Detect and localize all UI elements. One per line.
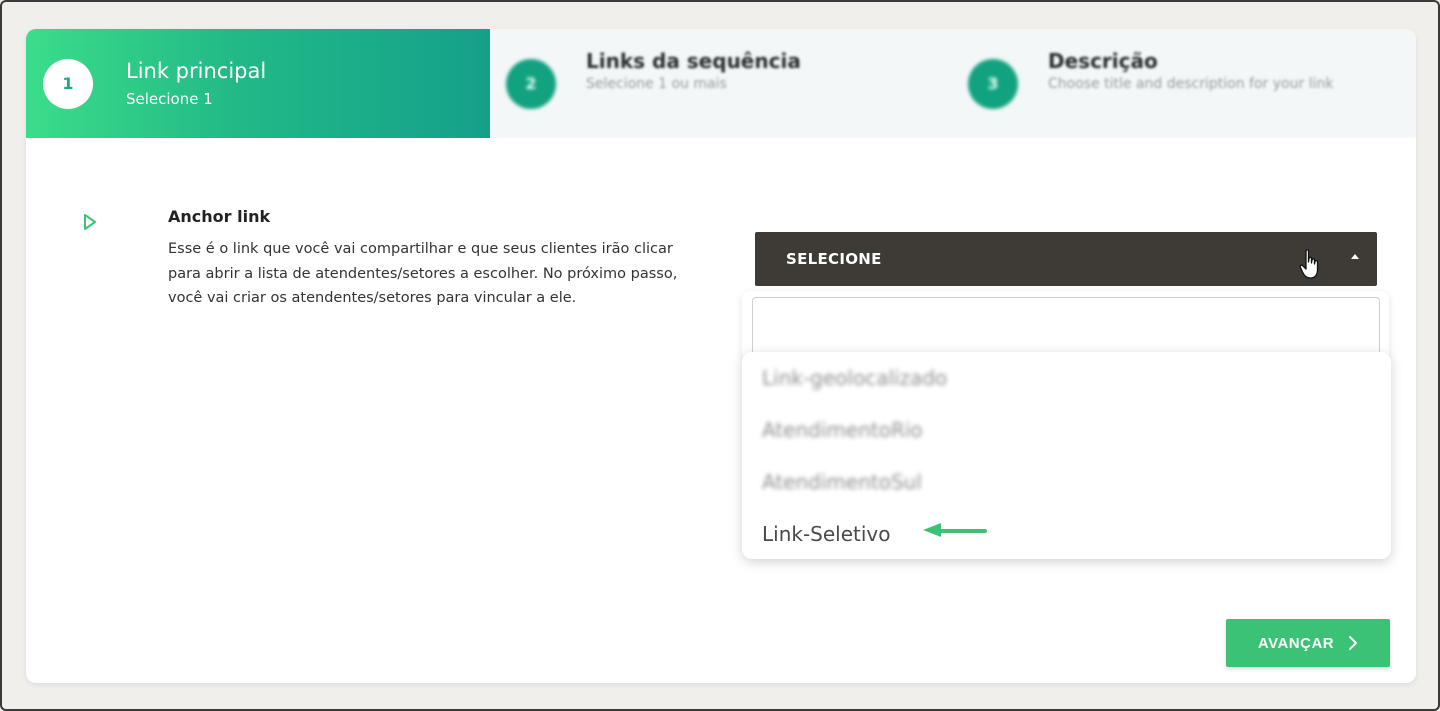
select-search-input[interactable]	[752, 297, 1380, 357]
step-1[interactable]: 1 Link principal Selecione 1	[26, 29, 490, 138]
step-number: 2	[506, 58, 556, 109]
anchor-link-title: Anchor link	[168, 207, 271, 226]
step-subtitle: Selecione 1	[126, 89, 213, 108]
step-3[interactable]: 3 Descrição Choose title and description…	[968, 29, 1333, 138]
step-title: Links da sequência	[586, 48, 801, 73]
green-arrow-icon	[923, 523, 987, 537]
select-label: SELECIONE	[786, 250, 882, 268]
hand-pointer-icon	[1299, 249, 1319, 279]
option-item[interactable]: AtendimentoSul	[762, 470, 922, 494]
next-button-label: AVANÇAR	[1257, 634, 1335, 652]
step-text: Descrição Choose title and description f…	[1048, 48, 1333, 94]
link-select[interactable]: SELECIONE	[755, 232, 1377, 286]
window-frame: 1 Link principal Selecione 1 2 Links da …	[0, 0, 1440, 711]
step-subtitle: Choose title and description for your li…	[1048, 75, 1334, 92]
step-subtitle: Selecione 1 ou mais	[586, 75, 727, 92]
step-title: Descrição	[1048, 48, 1158, 73]
step-text: Link principal Selecione 1	[126, 57, 266, 111]
select-options-list: Link-geolocalizado AtendimentoRio Atendi…	[742, 352, 1391, 559]
step-text: Links da sequência Selecione 1 ou mais	[586, 48, 801, 94]
anchor-link-description: Esse é o link que você vai compartilhar …	[168, 241, 678, 306]
select-search-panel	[742, 291, 1389, 361]
play-outline-icon	[84, 214, 96, 230]
step-number: 1	[43, 58, 93, 109]
option-item-link-seletivo[interactable]: Link-Seletivo	[762, 522, 891, 546]
step-title: Link principal	[126, 58, 267, 83]
step-2[interactable]: 2 Links da sequência Selecione 1 ou mais	[506, 29, 801, 138]
option-item[interactable]: AtendimentoRio	[762, 418, 923, 442]
chevron-right-icon	[1349, 636, 1358, 650]
caret-up-icon	[1351, 254, 1359, 259]
step-number: 3	[968, 58, 1018, 109]
next-button[interactable]: AVANÇAR	[1226, 619, 1390, 667]
wizard-card: 1 Link principal Selecione 1 2 Links da …	[26, 29, 1416, 683]
stepper: 1 Link principal Selecione 1 2 Links da …	[26, 29, 1416, 138]
option-item[interactable]: Link-geolocalizado	[762, 366, 947, 390]
